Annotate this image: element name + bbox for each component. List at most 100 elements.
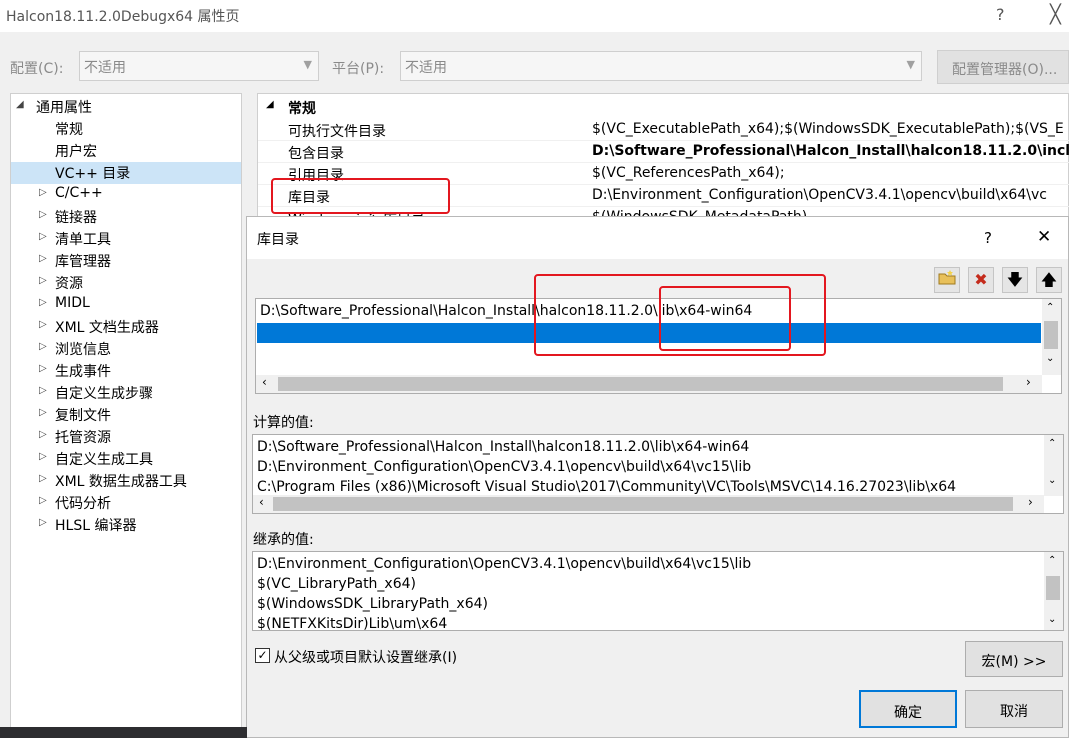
computed-value: D:\Software_Professional\Halcon_Install\… bbox=[257, 439, 750, 455]
vertical-scrollbar[interactable]: ⌃ ⌄ bbox=[1042, 299, 1061, 375]
move-up-icon[interactable]: 🡅 bbox=[1036, 267, 1062, 293]
horizontal-scrollbar[interactable]: ‹ › bbox=[253, 495, 1044, 513]
tree-item-collapsed[interactable]: ▷ 清单工具 bbox=[11, 228, 241, 250]
dialog-help-button[interactable]: ? bbox=[984, 229, 992, 247]
tree-item-collapsed[interactable]: ▷ MIDL bbox=[11, 294, 241, 316]
grid-row-value: $(VC_ExecutablePath_x64);$(WindowsSDK_Ex… bbox=[592, 121, 1064, 137]
tree-item-collapsed[interactable]: ▷ HLSL 编译器 bbox=[11, 514, 241, 536]
inherit-checkbox-label[interactable]: 从父级或项目默认设置继承(I) bbox=[274, 647, 457, 667]
horizontal-scrollbar[interactable]: ‹ › bbox=[256, 375, 1042, 393]
scrollbar-thumb[interactable] bbox=[278, 377, 1003, 391]
scrollbar-thumb[interactable] bbox=[1046, 576, 1060, 600]
tree-item-label: 代码分析 bbox=[55, 496, 111, 512]
scroll-left-icon[interactable]: ‹ bbox=[259, 495, 264, 509]
tree-item-general[interactable]: 常规 bbox=[11, 118, 241, 140]
scroll-right-icon[interactable]: › bbox=[1028, 495, 1033, 509]
scroll-up-icon[interactable]: ⌃ bbox=[1048, 438, 1056, 449]
scrollbar-thumb[interactable] bbox=[1044, 321, 1058, 349]
tree-item-user-macros[interactable]: 用户宏 bbox=[11, 140, 241, 162]
ok-button[interactable]: 确定 bbox=[859, 690, 957, 728]
config-combo[interactable]: 不适用 ▼ bbox=[79, 51, 319, 81]
scroll-down-icon[interactable]: ⌄ bbox=[1046, 353, 1054, 364]
tree-item-label: VC++ 目录 bbox=[55, 166, 131, 182]
grid-row-value: $(VC_ReferencesPath_x64); bbox=[592, 165, 785, 181]
tree-item-label: XML 数据生成器工具 bbox=[55, 474, 187, 490]
grid-row[interactable]: 可执行文件目录 $(VC_ExecutablePath_x64);$(Window… bbox=[258, 119, 1069, 141]
collapsed-arrow-icon: ▷ bbox=[39, 275, 47, 286]
tree-item-collapsed[interactable]: ▷ 生成事件 bbox=[11, 360, 241, 382]
tree-root[interactable]: ◢ 通用属性 bbox=[11, 96, 241, 118]
grid-row-key: 可执行文件目录 bbox=[288, 124, 386, 140]
scroll-left-icon[interactable]: ‹ bbox=[262, 375, 267, 389]
annotation-highlight bbox=[659, 286, 791, 351]
tree-item-label: 常规 bbox=[55, 122, 83, 138]
tree-item-label: 链接器 bbox=[55, 210, 97, 226]
tree-item-label: MIDL bbox=[55, 295, 90, 311]
expanded-arrow-icon: ◢ bbox=[16, 99, 24, 110]
tree-item-label: 自定义生成步骤 bbox=[55, 386, 153, 402]
collapsed-arrow-icon: ▷ bbox=[39, 473, 47, 484]
dialog-close-button[interactable]: ✕ bbox=[1037, 227, 1051, 247]
expanded-arrow-icon: ◢ bbox=[266, 99, 274, 110]
scroll-right-icon[interactable]: › bbox=[1026, 375, 1031, 389]
platform-combo[interactable]: 不适用 ▼ bbox=[400, 51, 922, 81]
scroll-down-icon[interactable]: ⌄ bbox=[1048, 614, 1056, 625]
scroll-up-icon[interactable]: ⌃ bbox=[1046, 302, 1054, 313]
annotation-highlight bbox=[271, 178, 450, 214]
collapsed-arrow-icon: ▷ bbox=[39, 517, 47, 528]
tree-item-label: 清单工具 bbox=[55, 232, 111, 248]
move-down-icon[interactable]: 🡇 bbox=[1002, 267, 1028, 293]
tree-item-label: 浏览信息 bbox=[55, 342, 111, 358]
config-manager-button[interactable]: 配置管理器(O)... bbox=[937, 50, 1069, 84]
scroll-down-icon[interactable]: ⌄ bbox=[1048, 475, 1056, 486]
grid-row-value: D:\Software_Professional\Halcon_Install\… bbox=[592, 143, 1069, 159]
tree-item-collapsed[interactable]: ▷ 库管理器 bbox=[11, 250, 241, 272]
tree-item-collapsed[interactable]: ▷ 链接器 bbox=[11, 206, 241, 228]
chevron-down-icon: ▼ bbox=[303, 58, 312, 71]
property-tree[interactable]: ◢ 通用属性 常规 用户宏 VC++ 目录 ▷ C/C++ ▷ 链接器 ▷ 清单工具 ▷… bbox=[10, 93, 242, 738]
collapsed-arrow-icon: ▷ bbox=[39, 231, 47, 242]
inherit-checkbox[interactable]: ✓ bbox=[255, 648, 270, 663]
tree-item-label: 生成事件 bbox=[55, 364, 111, 380]
platform-label: 平台(P): bbox=[332, 61, 385, 77]
inherited-value: D:\Environment_Configuration\OpenCV3.4.1… bbox=[257, 556, 752, 572]
computed-values-box: D:\Software_Professional\Halcon_Install\… bbox=[252, 434, 1064, 514]
collapsed-arrow-icon: ▷ bbox=[39, 209, 47, 220]
computed-label: 计算的值: bbox=[253, 415, 314, 431]
tree-item-label: HLSL 编译器 bbox=[55, 518, 137, 534]
vertical-scrollbar[interactable]: ⌃ ⌄ bbox=[1044, 435, 1063, 496]
tree-item-collapsed[interactable]: ▷ 资源 bbox=[11, 272, 241, 294]
scroll-up-icon[interactable]: ⌃ bbox=[1048, 555, 1056, 566]
tree-item-collapsed[interactable]: ▷ 代码分析 bbox=[11, 492, 241, 514]
tree-item-collapsed[interactable]: ▷ 托管资源 bbox=[11, 426, 241, 448]
inherited-value: $(NETFXKitsDir)Lib\um\x64 bbox=[257, 616, 448, 630]
collapsed-arrow-icon: ▷ bbox=[39, 407, 47, 418]
tree-item-collapsed[interactable]: ▷ 浏览信息 bbox=[11, 338, 241, 360]
tree-item-collapsed[interactable]: ▷ C/C++ bbox=[11, 184, 241, 206]
tree-item-collapsed[interactable]: ▷ XML 文档生成器 bbox=[11, 316, 241, 338]
tree-item-collapsed[interactable]: ▷ XML 数据生成器工具 bbox=[11, 470, 241, 492]
collapsed-arrow-icon: ▷ bbox=[39, 451, 47, 462]
grid-row[interactable]: 包含目录 D:\Software_Professional\Halcon_Inst… bbox=[258, 141, 1069, 163]
scrollbar-thumb[interactable] bbox=[273, 497, 1013, 511]
macro-button[interactable]: 宏(M) >> bbox=[965, 641, 1063, 677]
tree-item-vc-directories[interactable]: VC++ 目录 bbox=[11, 162, 241, 184]
tree-item-collapsed[interactable]: ▷ 自定义生成步骤 bbox=[11, 382, 241, 404]
tree-item-collapsed[interactable]: ▷ 自定义生成工具 bbox=[11, 448, 241, 470]
delete-icon[interactable]: ✖ bbox=[968, 267, 994, 293]
help-button[interactable]: ? bbox=[996, 5, 1005, 24]
grid-section-header: ◢ 常规 bbox=[258, 96, 1069, 118]
computed-value: D:\Environment_Configuration\OpenCV3.4.1… bbox=[257, 459, 752, 475]
new-folder-icon[interactable] bbox=[934, 267, 960, 293]
tree-item-label: 库管理器 bbox=[55, 254, 111, 270]
cancel-button[interactable]: 取消 bbox=[965, 690, 1063, 728]
vertical-scrollbar[interactable]: ⌃ ⌄ bbox=[1044, 552, 1063, 630]
tree-item-label: 用户宏 bbox=[55, 144, 97, 160]
close-button[interactable]: ╳ bbox=[1050, 4, 1061, 25]
dialog-title: 库目录 bbox=[257, 232, 299, 248]
grid-row-value: D:\Environment_Configuration\OpenCV3.4.1… bbox=[592, 187, 1047, 203]
collapsed-arrow-icon: ▷ bbox=[39, 187, 47, 198]
tree-item-collapsed[interactable]: ▷ 复制文件 bbox=[11, 404, 241, 426]
collapsed-arrow-icon: ▷ bbox=[39, 297, 47, 308]
config-label: 配置(C): bbox=[10, 61, 64, 77]
